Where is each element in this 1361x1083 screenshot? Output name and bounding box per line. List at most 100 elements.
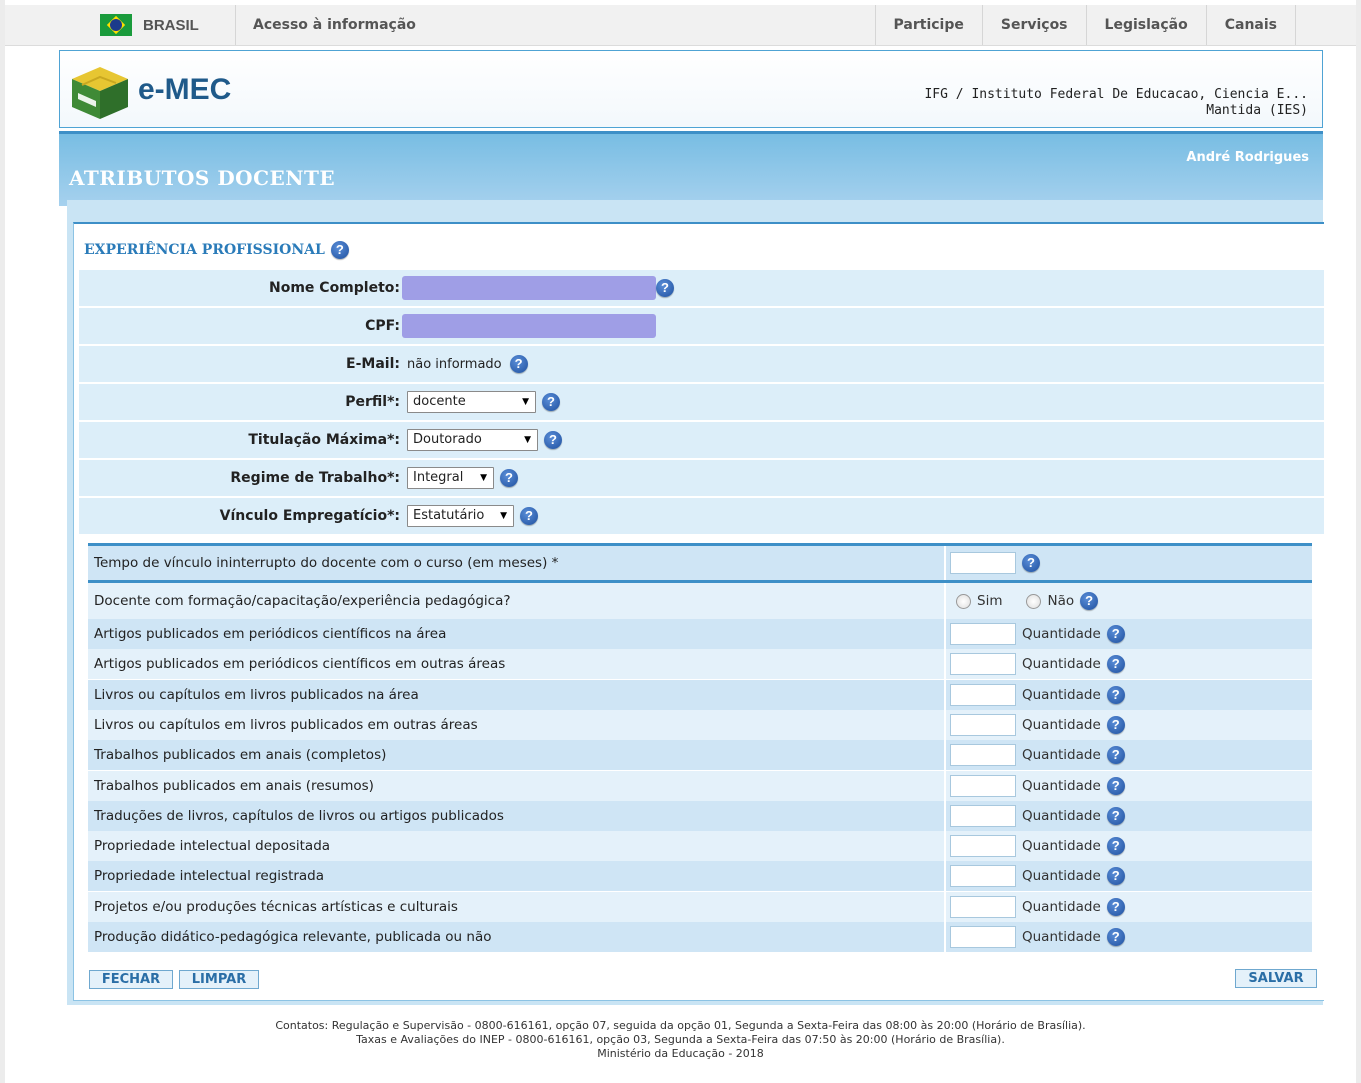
sim-label: Sim <box>977 593 1003 609</box>
help-icon[interactable]: ? <box>1106 867 1125 886</box>
help-icon[interactable]: ? <box>330 241 349 259</box>
quantity-input[interactable] <box>950 713 1016 736</box>
nao-radio[interactable] <box>1026 593 1042 609</box>
nao-label: Não <box>1047 593 1075 609</box>
help-icon[interactable]: ? <box>1106 685 1125 704</box>
help-icon[interactable]: ? <box>1106 928 1125 946</box>
menu-canais[interactable]: Canais <box>1205 5 1296 45</box>
flag-brazil-icon <box>100 14 132 36</box>
quantity-input[interactable] <box>950 683 1016 706</box>
emec-logo-icon[interactable] <box>68 63 132 123</box>
brasil-label: BRASIL <box>143 16 199 34</box>
email-value: não informado <box>407 356 502 372</box>
quantity-row: Produção didático-pedagógica relevante, … <box>88 922 1312 952</box>
quantity-input[interactable] <box>950 744 1016 767</box>
quantity-label: Quantidade <box>1022 656 1101 673</box>
quantity-row-label: Trabalhos publicados em anais (completos… <box>94 747 387 764</box>
quantity-label: Quantidade <box>1022 686 1101 703</box>
quantity-label: Quantidade <box>1022 777 1101 794</box>
pedagogica-label: Docente com formação/capacitação/experiê… <box>94 593 511 609</box>
pedagogica-row: Docente com formação/capacitação/experiê… <box>88 583 1312 619</box>
help-icon[interactable]: ? <box>1080 592 1099 610</box>
quantity-label: Quantidade <box>1022 868 1101 885</box>
menu-legislacao[interactable]: Legislação <box>1085 5 1206 45</box>
quantity-label: Quantidade <box>1022 716 1101 733</box>
titulacao-select[interactable]: Doutorado <box>407 429 538 451</box>
quantity-input[interactable] <box>950 865 1016 888</box>
quantity-row-label: Projetos e/ou produções técnicas artísti… <box>94 898 458 915</box>
ies-name: IFG / Instituto Federal De Educacao, Cie… <box>924 87 1308 102</box>
cpf-redacted <box>402 314 656 338</box>
titulacao-label: Titulação Máxima*: <box>248 432 400 448</box>
quantity-row: Projetos e/ou produções técnicas artísti… <box>88 891 1312 922</box>
help-icon[interactable]: ? <box>1106 746 1125 765</box>
quantity-input[interactable] <box>950 774 1016 797</box>
ies-type: Mantida (IES) <box>1206 103 1308 118</box>
quantity-row: Propriedade intelectual depositada Quanti… <box>88 831 1312 862</box>
cpf-label: CPF: <box>365 318 400 334</box>
help-icon[interactable]: ? <box>544 431 562 449</box>
quantity-input[interactable] <box>950 895 1016 918</box>
perfil-select[interactable]: docente <box>407 391 536 413</box>
quantity-input[interactable] <box>950 804 1016 827</box>
help-icon[interactable]: ? <box>1022 554 1040 572</box>
quantity-row-label: Produção didático-pedagógica relevante, … <box>94 929 492 945</box>
help-icon[interactable]: ? <box>1106 897 1125 916</box>
help-icon[interactable]: ? <box>1106 776 1125 795</box>
perfil-label: Perfil*: <box>345 394 400 410</box>
help-icon[interactable]: ? <box>656 279 674 297</box>
logo-text: e-MEC <box>138 73 232 106</box>
quantity-row-label: Artigos publicados em periódicos científ… <box>94 626 447 642</box>
quantity-row-label: Trabalhos publicados em anais (resumos) <box>94 777 374 794</box>
help-icon[interactable]: ? <box>1106 625 1125 643</box>
email-label: E-Mail: <box>346 356 400 372</box>
fechar-button[interactable]: FECHAR <box>89 970 173 989</box>
brasil-link[interactable]: BRASIL <box>95 5 236 45</box>
footer-contact-line: Contatos: Regulação e Supervisão - 0800-… <box>275 1019 1086 1032</box>
footer-inep-line: Taxas e Avaliações do INEP - 0800-616161… <box>356 1033 1005 1046</box>
tempo-input[interactable] <box>950 552 1016 574</box>
quantity-row: Trabalhos publicados em anais (resumos) Q… <box>88 770 1312 801</box>
quantity-row-label: Propriedade intelectual registrada <box>94 868 325 885</box>
quantity-input[interactable] <box>950 653 1016 676</box>
row-perfil: Perfil*: docente ? <box>79 384 1324 420</box>
menu-participe[interactable]: Participe <box>874 5 982 45</box>
menu-servicos[interactable]: Serviços <box>981 5 1086 45</box>
quantity-row: Artigos publicados em periódicos científ… <box>88 619 1312 649</box>
content-panel: EXPERIÊNCIA PROFISSIONAL ? Nome Completo… <box>67 200 1324 1005</box>
help-icon[interactable]: ? <box>500 469 518 487</box>
quantity-input[interactable] <box>950 835 1016 858</box>
limpar-button[interactable]: LIMPAR <box>179 970 259 989</box>
nome-redacted <box>402 276 656 300</box>
help-icon[interactable]: ? <box>542 393 560 411</box>
row-titulacao: Titulação Máxima*: Doutorado ? <box>79 422 1324 458</box>
quantity-row-label: Livros ou capítulos em livros publicados… <box>94 716 478 733</box>
help-icon[interactable]: ? <box>1106 715 1125 734</box>
help-icon[interactable]: ? <box>520 507 538 525</box>
row-email: E-Mail: não informado ? <box>79 346 1324 382</box>
help-icon[interactable]: ? <box>1106 837 1125 856</box>
quantity-row: Trabalhos publicados em anais (completos… <box>88 740 1312 771</box>
acesso-informacao-link[interactable]: Acesso à informação <box>253 5 416 45</box>
quantity-input[interactable] <box>950 623 1016 645</box>
page-banner: ATRIBUTOS DOCENTE André Rodrigues <box>59 131 1323 206</box>
quantity-row: Livros ou capítulos em livros publicados… <box>88 709 1312 740</box>
quantity-input[interactable] <box>950 926 1016 948</box>
quantity-row-label: Artigos publicados em periódicos científ… <box>94 656 506 673</box>
help-icon[interactable]: ? <box>1106 806 1125 825</box>
quantity-row-label: Traduções de livros, capítulos de livros… <box>94 807 504 824</box>
sim-radio[interactable] <box>956 593 971 609</box>
help-icon[interactable]: ? <box>1106 655 1125 674</box>
regime-label: Regime de Trabalho*: <box>230 470 400 486</box>
user-name: André Rodrigues <box>1186 150 1309 165</box>
row-vinculo: Vínculo Empregatício*: Estatutário ? <box>79 498 1324 534</box>
page-title: ATRIBUTOS DOCENTE <box>69 166 336 190</box>
help-icon[interactable]: ? <box>509 355 528 373</box>
row-nome: Nome Completo: ? <box>79 270 1324 306</box>
row-regime: Regime de Trabalho*: Integral ? <box>79 460 1324 496</box>
vinculo-select[interactable]: Estatutário <box>407 505 514 527</box>
regime-select[interactable]: Integral <box>407 467 494 489</box>
vinculo-label: Vínculo Empregatício*: <box>219 508 400 524</box>
salvar-button[interactable]: SALVAR <box>1235 969 1317 988</box>
section-title: EXPERIÊNCIA PROFISSIONAL ? <box>84 241 349 259</box>
